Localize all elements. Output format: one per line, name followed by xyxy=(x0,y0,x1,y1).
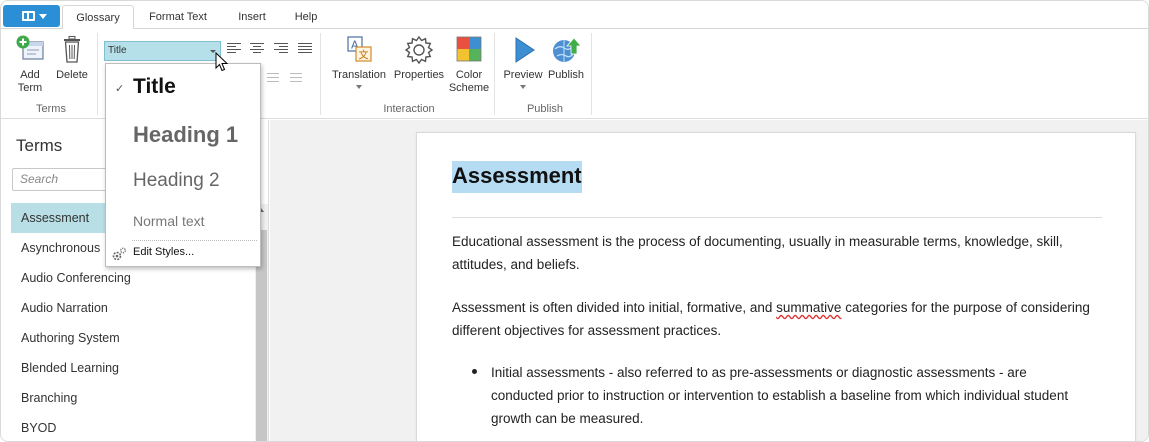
add-term-icon xyxy=(16,35,44,60)
publish-group-label: Publish xyxy=(526,103,564,115)
numbered-list-icon[interactable] xyxy=(286,73,302,87)
gear-icon xyxy=(404,35,434,65)
tab-glossary[interactable]: Glossary xyxy=(62,5,134,30)
text-style-select[interactable]: Title xyxy=(104,41,221,61)
text-style-value: Title xyxy=(108,45,127,56)
misspelled-word[interactable]: summative xyxy=(776,300,841,315)
ribbon-separator xyxy=(97,33,98,115)
preview-label: Preview xyxy=(503,69,543,81)
trash-icon xyxy=(64,36,80,63)
translation-button[interactable]: A 文 Translation xyxy=(329,35,389,89)
tab-insert[interactable]: Insert xyxy=(227,5,277,29)
play-icon xyxy=(515,37,535,63)
align-justify-icon[interactable] xyxy=(298,43,312,55)
tab-help[interactable]: Help xyxy=(285,5,327,29)
add-term-button[interactable]: Add Term xyxy=(11,33,49,95)
app-window: Glossary Format Text Insert Help Add Ter… xyxy=(0,0,1149,442)
style-option-heading-1[interactable]: Heading 1 xyxy=(133,122,238,148)
term-item[interactable]: BYOD xyxy=(11,413,255,441)
sidebar-title: Terms xyxy=(16,136,63,155)
properties-label: Properties xyxy=(393,69,445,81)
title-divider xyxy=(452,217,1102,218)
svg-text:文: 文 xyxy=(359,49,369,62)
chevron-down-icon xyxy=(39,14,47,19)
document-page[interactable]: Assessment Educational assessment is the… xyxy=(416,132,1136,441)
term-item[interactable]: Audio Narration xyxy=(11,293,255,323)
publish-button[interactable]: Publish xyxy=(545,35,587,82)
menu-divider xyxy=(132,240,257,241)
term-item[interactable]: Blended Learning xyxy=(11,353,255,383)
term-item[interactable]: Audio Conferencing xyxy=(11,263,255,293)
add-term-label-1: Add xyxy=(20,69,40,81)
ribbon-separator xyxy=(591,33,592,115)
color-scheme-label-2: Scheme xyxy=(448,82,490,94)
style-option-title[interactable]: Title xyxy=(133,75,176,99)
chevron-down-icon xyxy=(520,85,526,89)
ribbon-separator xyxy=(494,33,495,115)
edit-styles-item[interactable]: Edit Styles... xyxy=(133,246,194,258)
align-left-icon[interactable] xyxy=(227,43,241,55)
translation-icon: A 文 xyxy=(347,36,372,62)
style-option-heading-2[interactable]: Heading 2 xyxy=(133,170,220,192)
delete-label: Delete xyxy=(56,69,88,81)
ribbon-separator xyxy=(320,33,321,115)
style-option-normal-text[interactable]: Normal text xyxy=(133,213,205,229)
mouse-cursor-icon xyxy=(215,52,229,72)
check-icon: ✓ xyxy=(115,83,125,95)
color-scheme-icon xyxy=(456,36,482,62)
align-right-icon[interactable] xyxy=(274,43,288,55)
add-term-label-2: Term xyxy=(17,82,43,94)
paragraph-2-text: Assessment is often divided into initial… xyxy=(452,300,777,315)
translation-label: Translation xyxy=(331,69,386,81)
style-dropdown-menu: ✓ Title Heading 1 Heading 2 Normal text … xyxy=(105,63,261,267)
delete-button[interactable]: Delete xyxy=(53,33,91,82)
bullet-list-icon[interactable] xyxy=(263,73,279,87)
term-item[interactable]: Authoring System xyxy=(11,323,255,353)
tab-format-text[interactable]: Format Text xyxy=(140,5,216,29)
gear-icon xyxy=(112,247,126,261)
color-scheme-label-1: Color xyxy=(455,69,483,81)
app-menu-icon xyxy=(22,11,35,21)
paragraph-2[interactable]: Assessment is often divided into initial… xyxy=(452,296,1102,342)
preview-button[interactable]: Preview xyxy=(501,35,545,89)
interaction-group-label: Interaction xyxy=(383,103,435,115)
paragraph-1[interactable]: Educational assessment is the process of… xyxy=(452,230,1102,276)
color-scheme-button[interactable]: Color Scheme xyxy=(447,35,491,95)
properties-button[interactable]: Properties xyxy=(391,35,447,82)
bullet-item[interactable]: Initial assessments - also referred to a… xyxy=(491,361,1091,430)
align-center-icon[interactable] xyxy=(250,43,264,55)
publish-label: Publish xyxy=(547,69,585,81)
chevron-down-icon xyxy=(356,85,362,89)
ribbon-tab-strip: Glossary Format Text Insert Help xyxy=(1,1,1148,30)
app-menu-button[interactable] xyxy=(3,5,60,27)
term-item[interactable]: Branching xyxy=(11,383,255,413)
bullet-dot xyxy=(472,369,477,374)
document-title[interactable]: Assessment xyxy=(452,161,582,193)
globe-upload-icon xyxy=(553,37,582,62)
terms-group-label: Terms xyxy=(36,103,66,115)
